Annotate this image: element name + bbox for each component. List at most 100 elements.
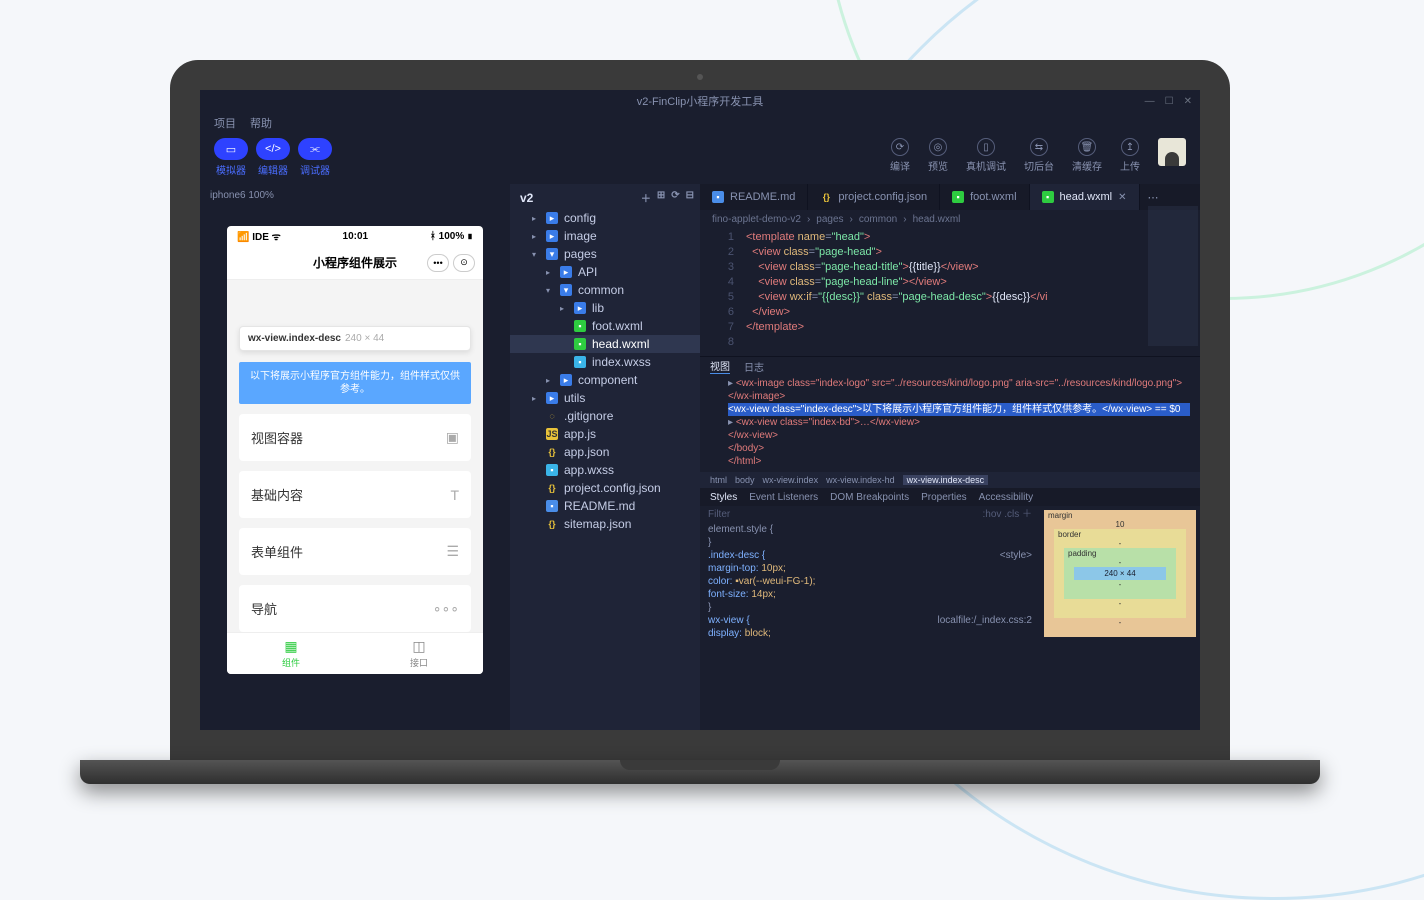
refresh-icon[interactable]: ⟳ xyxy=(671,190,679,205)
file-app-json[interactable]: {}app.json xyxy=(510,443,700,461)
code-editor[interactable]: 1<template name="head"> 2 <view class="p… xyxy=(700,228,1200,356)
debugger-toggle[interactable]: ⫘ xyxy=(298,138,332,160)
dt-tab-wxml[interactable]: 视图 xyxy=(710,358,730,374)
file-app-wxss[interactable]: ▪app.wxss xyxy=(510,461,700,479)
minimap[interactable] xyxy=(1148,206,1198,346)
file-app-js[interactable]: JSapp.js xyxy=(510,425,700,443)
tab-head-wxml[interactable]: ▪head.wxml✕ xyxy=(1030,184,1140,210)
elements-crumbs[interactable]: html body wx-view.index wx-view.index-hd… xyxy=(700,472,1200,488)
editor-toggle[interactable]: </> xyxy=(256,138,290,160)
filter-input[interactable]: Filter xyxy=(708,508,730,521)
tab-components[interactable]: ▦组件 xyxy=(227,633,355,674)
folder-config[interactable]: ▸▸config xyxy=(510,209,700,227)
folder-component[interactable]: ▸▸component xyxy=(510,371,700,389)
upload-button[interactable]: ↥上传 xyxy=(1120,138,1140,173)
menu-help[interactable]: 帮助 xyxy=(250,115,272,131)
capsule-more-icon[interactable]: ••• xyxy=(427,254,449,272)
properties-tab[interactable]: Properties xyxy=(921,492,967,503)
text-icon: T xyxy=(450,487,459,503)
minimize-icon[interactable]: — xyxy=(1145,96,1155,107)
devtools: 视图 日志 ▸ <wx-image class="index-logo" src… xyxy=(700,356,1200,730)
folder-lib[interactable]: ▸▸lib xyxy=(510,299,700,317)
folder-icon: ▸ xyxy=(574,302,586,314)
breadcrumb: fino-applet-demo-v2› pages› common› head… xyxy=(700,210,1200,228)
wxml-file-icon: ▪ xyxy=(574,320,586,332)
avatar[interactable] xyxy=(1158,138,1186,166)
md-file-icon: ▪ xyxy=(712,191,724,203)
box-model: margin10 border- padding- 240 × 44 - - - xyxy=(1040,506,1200,730)
card-nav[interactable]: 导航∘∘∘ xyxy=(239,585,471,632)
form-icon: ☰ xyxy=(446,543,459,560)
compile-button[interactable]: ⟳编译 xyxy=(890,138,910,173)
switch-bg-button[interactable]: ⇆切后台 xyxy=(1024,138,1054,173)
toolbar: ▭模拟器 </>编辑器 ⫘调试器 ⟳编译 ◎预览 ▯真机调试 ⇆切后台 🗑清缓存… xyxy=(200,134,1200,184)
close-tab-icon[interactable]: ✕ xyxy=(1118,192,1126,203)
nav-icon: ∘∘∘ xyxy=(433,600,459,617)
project-root[interactable]: v2 xyxy=(520,191,533,205)
css-rules[interactable]: Filter:hov .cls ＋ element.style { } .ind… xyxy=(700,506,1040,730)
new-file-icon[interactable]: ＋ xyxy=(641,190,651,205)
file-gitignore[interactable]: ◌.gitignore xyxy=(510,407,700,425)
window-title: v2-FinClip小程序开发工具 xyxy=(637,93,764,109)
a11y-tab[interactable]: Accessibility xyxy=(979,492,1033,503)
simulator-toggle[interactable]: ▭ xyxy=(214,138,248,160)
clear-cache-button[interactable]: 🗑清缓存 xyxy=(1072,138,1102,173)
phone-tab-bar: ▦组件 ◫接口 xyxy=(227,632,483,674)
menu-project[interactable]: 项目 xyxy=(214,115,236,131)
switch-icon: ⇆ xyxy=(1030,138,1048,156)
dom-bp-tab[interactable]: DOM Breakpoints xyxy=(830,492,909,503)
inspected-element[interactable]: 以下将展示小程序官方组件能力，组件样式仅供参考。 xyxy=(239,362,471,404)
remote-debug-button[interactable]: ▯真机调试 xyxy=(966,138,1006,173)
wxml-file-icon: ▪ xyxy=(574,338,586,350)
tab-api[interactable]: ◫接口 xyxy=(355,633,483,674)
devtools-main-tabs: 视图 日志 xyxy=(700,357,1200,375)
wxml-file-icon: ▪ xyxy=(952,191,964,203)
compile-icon: ⟳ xyxy=(891,138,909,156)
components-icon: ▦ xyxy=(284,638,297,655)
wxss-file-icon: ▪ xyxy=(574,356,586,368)
card-view-container[interactable]: 视图容器▣ xyxy=(239,414,471,461)
maximize-icon[interactable]: ☐ xyxy=(1165,96,1174,107)
capsule-close-icon[interactable]: ⊙ xyxy=(453,254,475,272)
card-form[interactable]: 表单组件☰ xyxy=(239,528,471,575)
file-foot-wxml[interactable]: ▪foot.wxml xyxy=(510,317,700,335)
file-index-wxss[interactable]: ▪index.wxss xyxy=(510,353,700,371)
tab-foot-wxml[interactable]: ▪foot.wxml xyxy=(940,184,1029,210)
close-window-icon[interactable]: ✕ xyxy=(1184,96,1192,107)
nav-title: 小程序组件展示 xyxy=(313,254,397,271)
ide-screen: v2-FinClip小程序开发工具 — ☐ ✕ 项目 帮助 ▭模拟器 </>编辑… xyxy=(200,90,1200,730)
json-file-icon: {} xyxy=(820,191,832,203)
tab-readme[interactable]: ▪README.md xyxy=(700,184,808,210)
folder-image[interactable]: ▸▸image xyxy=(510,227,700,245)
folder-icon: ▸ xyxy=(546,212,558,224)
new-folder-icon[interactable]: ⊞ xyxy=(657,190,665,205)
folder-pages[interactable]: ▾▾pages xyxy=(510,245,700,263)
folder-icon: ▸ xyxy=(546,392,558,404)
trash-icon: 🗑 xyxy=(1078,138,1096,156)
phone-nav-bar: 小程序组件展示 ••• ⊙ xyxy=(227,246,483,280)
preview-button[interactable]: ◎预览 xyxy=(928,138,948,173)
inspect-tooltip: wx-view.index-desc240 × 44 xyxy=(239,326,471,351)
folder-utils[interactable]: ▸▸utils xyxy=(510,389,700,407)
file-sitemap[interactable]: {}sitemap.json xyxy=(510,515,700,533)
json-file-icon: {} xyxy=(546,446,558,458)
api-icon: ◫ xyxy=(412,638,425,655)
folder-api[interactable]: ▸▸API xyxy=(510,263,700,281)
file-project-config[interactable]: {}project.config.json xyxy=(510,479,700,497)
file-head-wxml[interactable]: ▪head.wxml xyxy=(510,335,700,353)
wxml-file-icon: ▪ xyxy=(1042,191,1054,203)
menu-bar: 项目 帮助 xyxy=(200,112,1200,134)
collapse-icon[interactable]: ⊟ xyxy=(686,190,694,205)
tab-project-config[interactable]: {}project.config.json xyxy=(808,184,940,210)
simulator-panel: iphone6 100% 📶 IDE ᯤ 10:01 ᚼ 100% ▮ 小程序组… xyxy=(200,184,510,730)
phone-preview: 📶 IDE ᯤ 10:01 ᚼ 100% ▮ 小程序组件展示 ••• ⊙ xyxy=(227,226,483,674)
styles-tab[interactable]: Styles xyxy=(710,492,737,503)
dt-tab-console[interactable]: 日志 xyxy=(744,359,764,374)
listeners-tab[interactable]: Event Listeners xyxy=(749,492,818,503)
card-basic-content[interactable]: 基础内容T xyxy=(239,471,471,518)
laptop-base xyxy=(80,760,1320,784)
elements-tree[interactable]: ▸ <wx-image class="index-logo" src="../r… xyxy=(700,375,1200,472)
wxss-file-icon: ▪ xyxy=(546,464,558,476)
folder-common[interactable]: ▾▾common xyxy=(510,281,700,299)
file-readme[interactable]: ▪README.md xyxy=(510,497,700,515)
